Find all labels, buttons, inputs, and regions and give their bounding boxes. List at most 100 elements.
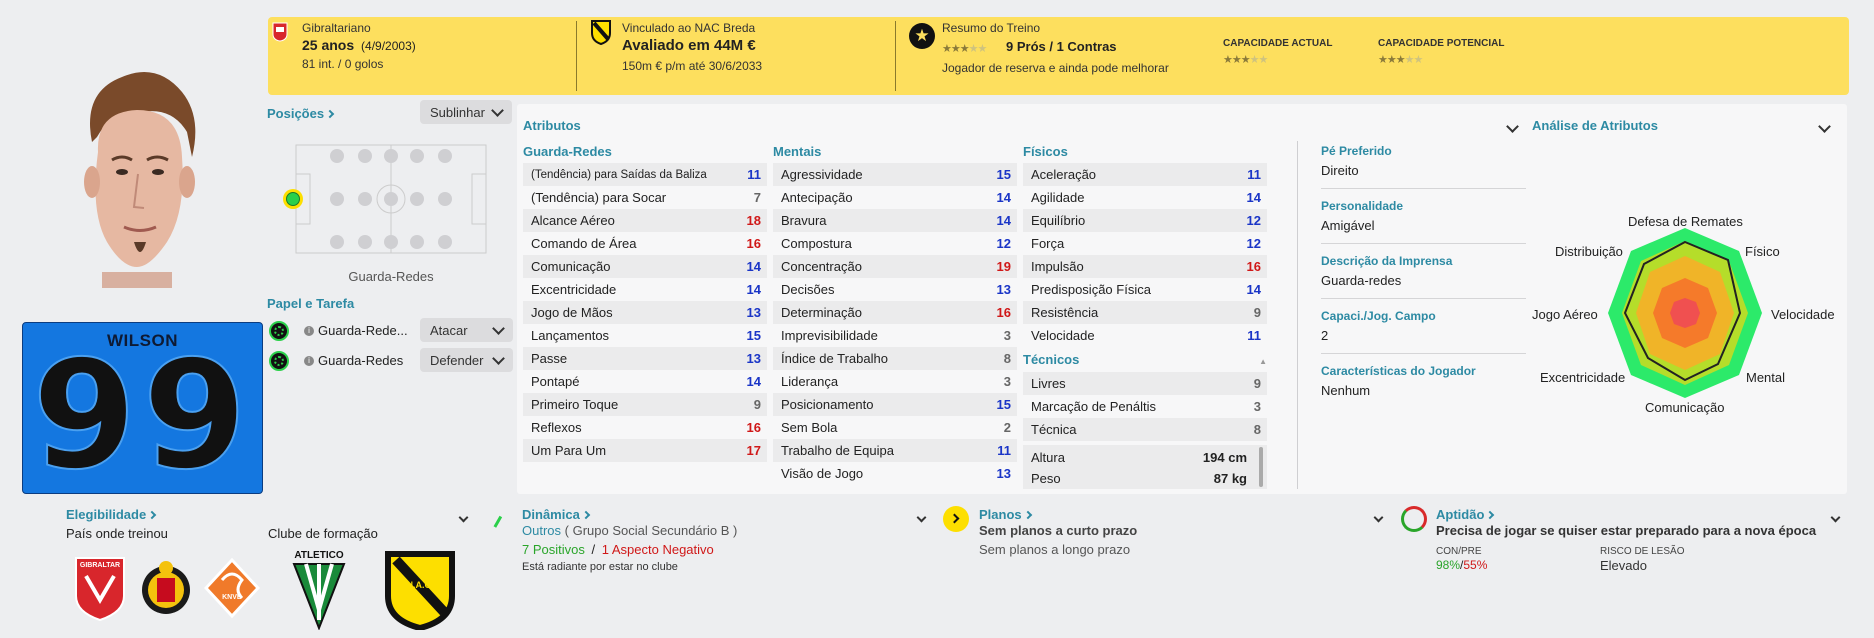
- attribute-row[interactable]: Equilíbrio 12: [1023, 209, 1267, 232]
- duty-dropdown[interactable]: Defender: [420, 348, 513, 372]
- attribute-row[interactable]: Excentricidade 14: [523, 278, 767, 301]
- attribute-row[interactable]: Livres 9: [1023, 372, 1267, 395]
- role-row-2[interactable]: i Guarda-Redes Defender: [269, 348, 513, 374]
- fitness-title[interactable]: Aptidão: [1436, 507, 1484, 522]
- attribute-row[interactable]: Técnica 8: [1023, 418, 1267, 441]
- negatives[interactable]: 1 Aspecto Negativo: [602, 542, 714, 557]
- attribute-row[interactable]: Primeiro Toque 9: [523, 393, 767, 416]
- spain-badge[interactable]: [138, 558, 194, 618]
- attribute-row[interactable]: Compostura 12: [773, 232, 1017, 255]
- attribute-row[interactable]: Comunicação 14: [523, 255, 767, 278]
- attribute-row[interactable]: Decisões 13: [773, 278, 1017, 301]
- attribute-value: 8: [1003, 351, 1011, 366]
- attribute-row[interactable]: Reflexos 16: [523, 416, 767, 439]
- role-row-1[interactable]: i Guarda-Rede... Atacar: [269, 318, 513, 344]
- attribute-value: 16: [1246, 259, 1261, 274]
- social-group[interactable]: Outros: [522, 523, 561, 538]
- attribute-value: 13: [996, 282, 1011, 297]
- attribute-name: Posicionamento: [781, 397, 874, 412]
- attribute-row[interactable]: Pontapé 14: [523, 370, 767, 393]
- attribute-row[interactable]: Impulsão 16: [1023, 255, 1267, 278]
- dynamics-dropdown-icon[interactable]: [916, 508, 927, 526]
- attribute-row[interactable]: Passe 13: [523, 347, 767, 370]
- attribute-row[interactable]: Antecipação 14: [773, 186, 1017, 209]
- caps: 81 int. / 0 golos: [302, 57, 384, 71]
- foot-value: Direito: [1321, 163, 1359, 178]
- highlight-dropdown[interactable]: Sublinhar: [420, 100, 512, 124]
- dynamics-header[interactable]: Dinâmica: [522, 506, 591, 524]
- attribute-row[interactable]: Marcação de Penáltis 3: [1023, 395, 1267, 418]
- pin-icon[interactable]: [493, 515, 507, 531]
- technical-header[interactable]: Técnicos ▲: [1023, 347, 1267, 372]
- attribute-row[interactable]: Determinação 16: [773, 301, 1017, 324]
- duty-label: Atacar: [430, 322, 468, 338]
- club-link[interactable]: Vinculado ao NAC Breda: [622, 21, 755, 35]
- collapse-icon[interactable]: ▲: [1259, 357, 1267, 366]
- star-filled-icon: ★: [1395, 54, 1406, 66]
- plans-header[interactable]: Planos: [979, 506, 1032, 524]
- eligibility-dropdown-icon[interactable]: [458, 508, 469, 526]
- radar-label-communication: Comunicação: [1645, 400, 1725, 415]
- info-icon[interactable]: i: [304, 356, 314, 366]
- dynamics-title[interactable]: Dinâmica: [522, 507, 580, 522]
- attribute-name: Aceleração: [1031, 167, 1097, 182]
- attribute-row[interactable]: Bravura 14: [773, 209, 1017, 232]
- training-title[interactable]: Resumo do Treino: [942, 21, 1040, 35]
- player-value: Avaliado em 44M €: [622, 37, 756, 54]
- attribute-row[interactable]: Comando de Área 16: [523, 232, 767, 255]
- player-info: Pé Preferido Direito Personalidade Amigá…: [1321, 144, 1526, 398]
- duty-dropdown[interactable]: Atacar: [420, 318, 513, 342]
- info-icon[interactable]: i: [304, 326, 314, 336]
- nationality[interactable]: Gibraltariano: [302, 21, 371, 35]
- attribute-row[interactable]: Força 12: [1023, 232, 1267, 255]
- attribute-row[interactable]: Trabalho de Equipa 11: [773, 439, 1017, 462]
- positions-header[interactable]: Posições: [267, 105, 335, 123]
- attribute-row[interactable]: Jogo de Mãos 13: [523, 301, 767, 324]
- positives[interactable]: 7 Positivos: [522, 542, 585, 557]
- attribute-row[interactable]: Aceleração 11: [1023, 163, 1267, 186]
- eligibility-header[interactable]: Elegibilidade: [66, 506, 157, 524]
- plans-dropdown-icon[interactable]: [1373, 508, 1384, 526]
- fitness-header[interactable]: Aptidão: [1436, 506, 1495, 524]
- attributes-dropdown-icon[interactable]: [1506, 118, 1519, 136]
- attribute-row[interactable]: Liderança 3: [773, 370, 1017, 393]
- plans-title[interactable]: Planos: [979, 507, 1022, 522]
- attribute-row[interactable]: Alcance Aéreo 18: [523, 209, 767, 232]
- positions-title[interactable]: Posições: [267, 106, 324, 121]
- gibraltar-badge[interactable]: GIBRALTAR: [72, 556, 128, 622]
- attribute-row[interactable]: Um Para Um 17: [523, 439, 767, 462]
- analysis-dropdown-icon[interactable]: [1818, 118, 1831, 136]
- attribute-row[interactable]: Predisposição Física 14: [1023, 278, 1267, 301]
- attribute-row[interactable]: Sem Bola 2: [773, 416, 1017, 439]
- divider: [1297, 141, 1298, 489]
- analysis-title[interactable]: Análise de Atributos: [1532, 118, 1658, 133]
- attribute-row[interactable]: Lançamentos 15: [523, 324, 767, 347]
- attribute-row[interactable]: Agressividade 15: [773, 163, 1017, 186]
- technical-title: Técnicos: [1023, 352, 1080, 367]
- eligibility-title[interactable]: Elegibilidade: [66, 507, 146, 522]
- attribute-row[interactable]: Índice de Trabalho 8: [773, 347, 1017, 370]
- attribute-name: Lançamentos: [531, 328, 610, 343]
- attribute-value: 12: [1246, 236, 1261, 251]
- attribute-value: 14: [996, 213, 1011, 228]
- attribute-row[interactable]: Imprevisibilidade 3: [773, 324, 1017, 347]
- attribute-row[interactable]: Concentração 19: [773, 255, 1017, 278]
- attribute-row[interactable]: Posicionamento 15: [773, 393, 1017, 416]
- attribute-row[interactable]: Velocidade 11: [1023, 324, 1267, 347]
- attribute-row[interactable]: Visão de Jogo 13: [773, 462, 1017, 485]
- gk-position-marker[interactable]: [283, 189, 303, 209]
- fitness-dropdown-icon[interactable]: [1830, 508, 1841, 526]
- attribute-row[interactable]: (Tendência) para Saídas da Baliza 11: [523, 163, 767, 186]
- scrollbar[interactable]: [1259, 447, 1263, 487]
- attribute-name: Sem Bola: [781, 420, 838, 435]
- media-value: Guarda-redes: [1321, 273, 1402, 288]
- attribute-value: 11: [1247, 328, 1261, 343]
- attribute-value: 2: [1003, 420, 1011, 435]
- attribute-row[interactable]: (Tendência) para Socar 7: [523, 186, 767, 209]
- knvb-badge[interactable]: KNVB: [203, 557, 261, 619]
- attribute-row[interactable]: Resistência 9: [1023, 301, 1267, 324]
- nac-breda-badge[interactable]: N.A.C.: [384, 550, 456, 632]
- atletico-badge[interactable]: ATLETICO: [288, 550, 350, 631]
- injury-label: RISCO DE LESÃO: [1600, 546, 1685, 557]
- attribute-row[interactable]: Agilidade 14: [1023, 186, 1267, 209]
